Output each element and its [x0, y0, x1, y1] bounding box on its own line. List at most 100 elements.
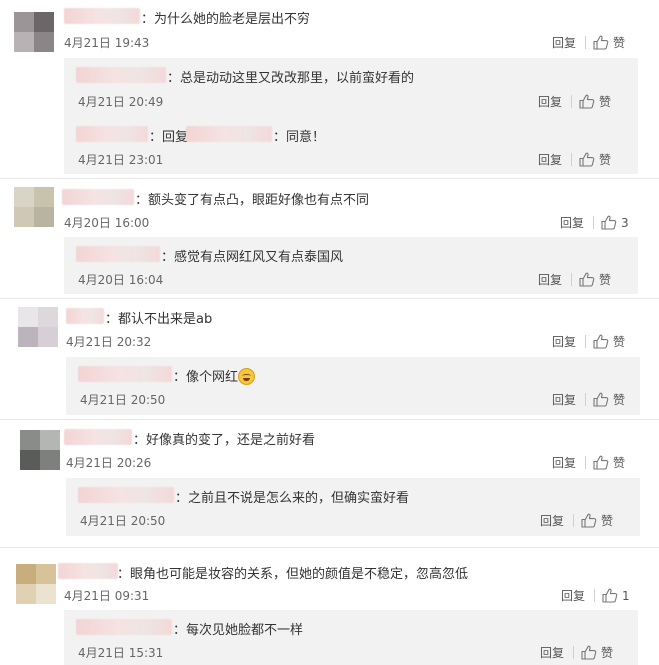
- reply-actions: 回复 赞: [540, 512, 613, 529]
- avatar[interactable]: [18, 307, 58, 347]
- thumb-up-icon: [593, 35, 609, 50]
- thumb-up-icon: [581, 513, 597, 528]
- reply-actions: 回复 赞: [538, 271, 611, 288]
- username[interactable]: [76, 126, 148, 142]
- action-divider: [585, 36, 587, 49]
- comment-time: 4月21日 19:43: [64, 36, 150, 50]
- action-divider: [573, 514, 575, 527]
- reply-text: ：像个网红: [173, 370, 239, 385]
- avatar[interactable]: [14, 12, 54, 52]
- action-divider: [571, 95, 573, 108]
- reply-text: ：总是动动这里又改改那里，以前蛮好看的: [167, 71, 415, 86]
- username[interactable]: [66, 308, 104, 324]
- reply-button[interactable]: 回复: [540, 644, 564, 661]
- like-count: 赞: [613, 36, 626, 50]
- reply-box: ：每次见她脸都不一样 4月21日 15:31 回复 赞: [64, 610, 638, 665]
- like-count: 赞: [599, 153, 612, 167]
- reply-button[interactable]: 回复: [552, 454, 576, 471]
- avatar[interactable]: [14, 187, 54, 227]
- comment-time: 4月21日 09:31: [64, 589, 150, 603]
- comment-item: ：都认不出来是ab 4月21日 20:32 回复 赞 ：像个网红 4月21日 2…: [0, 299, 659, 419]
- like-count: 赞: [613, 335, 626, 349]
- reply-time: 4月21日 15:31: [78, 646, 164, 660]
- reply-text: ：感觉有点网红风又有点泰国风: [161, 250, 344, 265]
- like-button[interactable]: 赞: [581, 512, 613, 529]
- username[interactable]: [64, 8, 140, 24]
- reply-button[interactable]: 回复: [561, 587, 585, 604]
- username[interactable]: [58, 563, 118, 579]
- like-count: 赞: [601, 514, 614, 528]
- username[interactable]: [78, 366, 172, 382]
- like-count: 赞: [601, 646, 614, 660]
- reply-time: 4月21日 20:50: [80, 393, 166, 407]
- reply-box: ：总是动动这里又改改那里，以前蛮好看的 4月21日 20:49 回复 赞 ：回复…: [64, 58, 638, 174]
- action-divider: [585, 393, 587, 406]
- like-count: 赞: [599, 273, 612, 287]
- like-button[interactable]: 赞: [593, 333, 625, 350]
- like-button[interactable]: 赞: [579, 151, 611, 168]
- comment-actions: 回复 赞: [552, 34, 625, 51]
- comment-actions: 回复 赞: [552, 454, 625, 471]
- reply-actions: 回复 赞: [538, 151, 611, 168]
- reply-button[interactable]: 回复: [552, 34, 576, 51]
- thumb-up-icon: [593, 334, 609, 349]
- like-button[interactable]: 赞: [593, 454, 625, 471]
- thumb-up-icon: [579, 152, 595, 167]
- comment-item: ：好像真的变了，还是之前好看 4月21日 20:26 回复 赞 ：之前且不说是怎…: [0, 420, 659, 542]
- like-button[interactable]: 赞: [593, 391, 625, 408]
- comment-text: ：额头变了有点凸，眼距好像也有点不同: [135, 193, 370, 208]
- like-button[interactable]: 赞: [593, 34, 625, 51]
- username[interactable]: [76, 619, 172, 635]
- reply-button[interactable]: 回复: [552, 391, 576, 408]
- like-count: 3: [621, 215, 629, 230]
- laughing-emoji-icon: [238, 368, 256, 385]
- action-divider: [585, 456, 587, 469]
- reply-time: 4月20日 16:04: [78, 273, 164, 287]
- action-divider: [571, 153, 573, 166]
- like-count: 赞: [613, 393, 626, 407]
- like-button[interactable]: 1: [602, 588, 630, 603]
- thumb-up-icon: [602, 588, 618, 603]
- reply-time: 4月21日 23:01: [78, 153, 164, 167]
- like-button[interactable]: 赞: [581, 644, 613, 661]
- reply-box: ：之前且不说是怎么来的，但确实蛮好看 4月21日 20:50 回复 赞: [66, 478, 640, 536]
- action-divider: [594, 589, 596, 602]
- comment-time: 4月21日 20:26: [66, 456, 152, 470]
- comment-item: ：眼角也可能是妆容的关系，但她的颜值是不稳定，忽高忽低 4月21日 09:31 …: [0, 548, 659, 665]
- reply-button[interactable]: 回复: [538, 271, 562, 288]
- thumb-up-icon: [581, 645, 597, 660]
- comment-item: ：为什么她的脸老是层出不穷 4月21日 19:43 回复 赞 ：总是动动这里又改…: [0, 0, 659, 180]
- comment-time: 4月20日 16:00: [64, 216, 150, 230]
- reply-target-username[interactable]: [186, 126, 272, 142]
- like-button[interactable]: 3: [601, 215, 629, 230]
- thumb-up-icon: [593, 455, 609, 470]
- comment-time: 4月21日 20:32: [66, 335, 152, 349]
- action-divider: [585, 335, 587, 348]
- reply-button[interactable]: 回复: [540, 512, 564, 529]
- comment-text: ：都认不出来是ab: [105, 312, 213, 327]
- reply-actions: 回复 赞: [540, 644, 613, 661]
- reply-actions: 回复 赞: [538, 93, 611, 110]
- username[interactable]: [76, 246, 160, 262]
- like-button[interactable]: 赞: [579, 93, 611, 110]
- comment-actions: 回复 3: [560, 214, 629, 231]
- reply-box: ：感觉有点网红风又有点泰国风 4月20日 16:04 回复 赞: [64, 237, 638, 294]
- thumb-up-icon: [601, 215, 617, 230]
- username[interactable]: [64, 429, 132, 445]
- reply-button[interactable]: 回复: [560, 214, 584, 231]
- reply-button[interactable]: 回复: [538, 151, 562, 168]
- reply-time: 4月21日 20:49: [78, 95, 164, 109]
- username[interactable]: [76, 67, 166, 83]
- reply-button[interactable]: 回复: [552, 333, 576, 350]
- like-button[interactable]: 赞: [579, 271, 611, 288]
- avatar[interactable]: [20, 430, 60, 470]
- reply-text: ：之前且不说是怎么来的，但确实蛮好看: [175, 491, 410, 506]
- username[interactable]: [62, 189, 134, 205]
- reply-text: ：每次见她脸都不一样: [173, 623, 304, 638]
- thumb-up-icon: [593, 392, 609, 407]
- avatar[interactable]: [16, 564, 56, 604]
- comment-text: ：好像真的变了，还是之前好看: [133, 433, 316, 448]
- comment-text: ：为什么她的脸老是层出不穷: [141, 12, 311, 27]
- reply-button[interactable]: 回复: [538, 93, 562, 110]
- username[interactable]: [78, 487, 174, 503]
